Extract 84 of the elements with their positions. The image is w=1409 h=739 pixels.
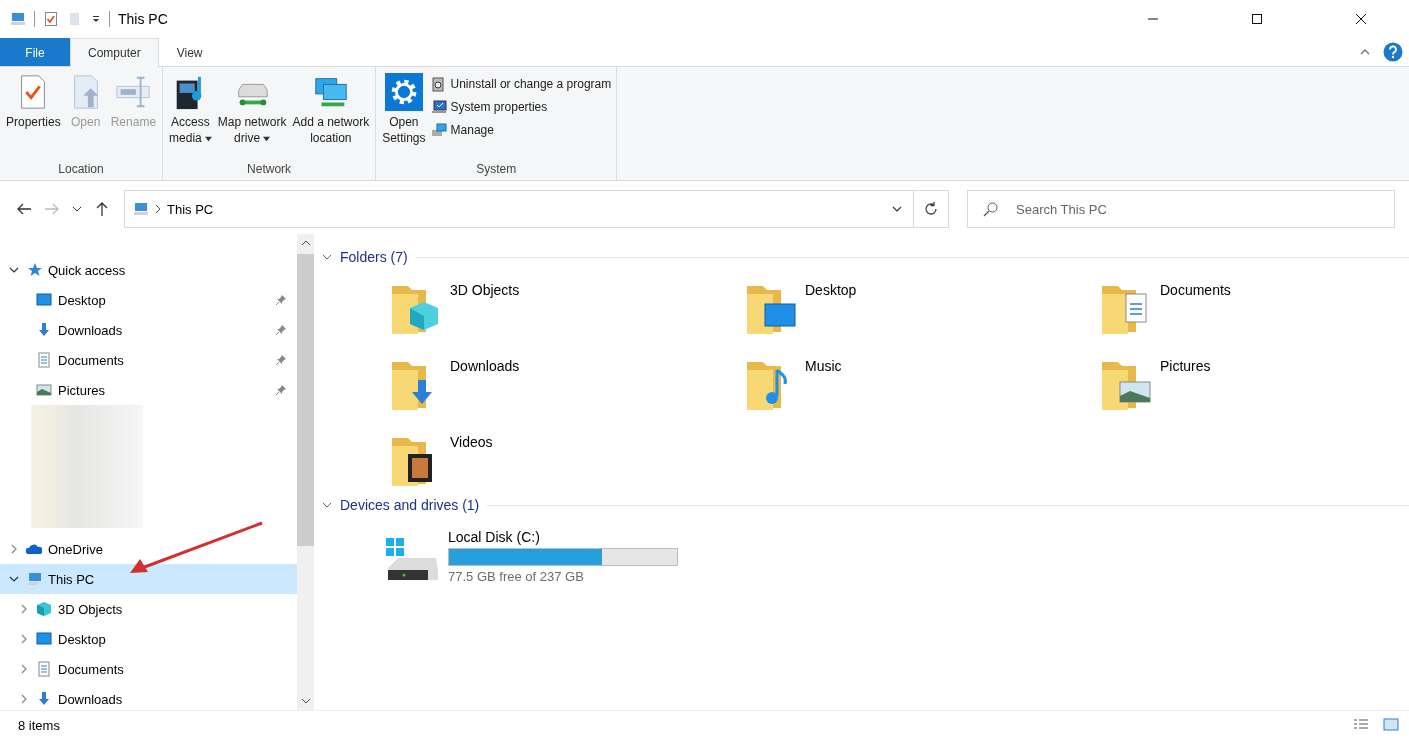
computer-icon (133, 201, 149, 217)
ribbon-tab[interactable]: File (0, 38, 70, 66)
chevron-down-icon[interactable] (9, 574, 19, 584)
navigation-item[interactable]: Documents (0, 345, 297, 375)
caret-icon[interactable] (91, 14, 101, 24)
scroll-down-icon[interactable] (300, 696, 311, 706)
settings-icon (384, 73, 423, 111)
navigation-item[interactable]: This PC (0, 564, 297, 594)
pin-icon[interactable] (275, 384, 287, 396)
free-space-text: 77.5 GB free of 237 GB (448, 568, 585, 584)
large-icons-view-icon[interactable] (1383, 717, 1399, 733)
folder-label[interactable]: Documents (1160, 280, 1231, 298)
navigation-item[interactable]: OneDrive (0, 534, 297, 564)
up-arrow-icon[interactable] (94, 201, 110, 217)
chevron-right-icon[interactable] (9, 544, 19, 554)
scroll-up-icon[interactable] (300, 238, 311, 248)
pin-icon[interactable] (275, 354, 287, 366)
navigation-item[interactable]: Downloads (0, 315, 297, 345)
chevron-down-icon[interactable] (322, 252, 332, 262)
navigation-item[interactable]: Desktop (0, 285, 297, 315)
folder-label[interactable]: Videos (450, 432, 493, 450)
computer-icon (10, 11, 26, 27)
folder-label[interactable]: Desktop (805, 280, 857, 298)
computer-icon (26, 571, 42, 587)
ribbon-button[interactable]: Add a network location (289, 71, 373, 148)
document-icon (36, 352, 52, 368)
picture-icon (36, 382, 52, 398)
section-header[interactable]: Folders (7) (340, 249, 408, 265)
ribbon-button[interactable]: Access media (166, 71, 215, 148)
desktop-icon (36, 631, 52, 647)
program-box-icon (430, 76, 447, 92)
refresh-button[interactable] (913, 190, 949, 228)
window-title: This PC (118, 11, 168, 27)
navigation-item[interactable]: Pictures (0, 375, 297, 405)
navigation-item[interactable]: Downloads (0, 684, 297, 710)
chevron-down-icon[interactable] (72, 204, 82, 214)
chevron-right-icon[interactable] (19, 604, 29, 614)
ribbon-button[interactable]: Open Settings (379, 71, 429, 148)
navigation-item[interactable]: Quick access (0, 255, 297, 285)
chevron-down-icon[interactable] (9, 265, 19, 275)
help-icon[interactable] (1383, 42, 1403, 62)
pin-icon[interactable] (275, 294, 287, 306)
section-header[interactable]: Devices and drives (1) (340, 497, 480, 513)
navigation-item[interactable]: 3D Objects (0, 594, 297, 624)
drive-label[interactable]: Local Disk (C:) (448, 528, 678, 545)
star-icon (26, 262, 42, 278)
item-count: 8 items (18, 717, 60, 733)
scrollbar-thumb[interactable] (297, 254, 314, 546)
ribbon-button[interactable]: Properties (3, 71, 64, 132)
scrollbar[interactable] (297, 234, 314, 710)
download-arrow-icon (36, 322, 52, 338)
document-icon (36, 661, 52, 677)
monitor-check-icon (430, 99, 447, 115)
navigation-item[interactable]: Documents (0, 654, 297, 684)
computer-icon (430, 122, 447, 138)
ribbon-group-label: System (475, 162, 518, 178)
search-field[interactable]: Search This PC (967, 190, 1395, 228)
desktop-icon (36, 292, 52, 308)
chevron-right-icon[interactable] (19, 634, 29, 644)
chevron-down-icon[interactable] (322, 500, 332, 510)
ribbon-button[interactable]: Manage (428, 120, 614, 140)
chevron-right-icon[interactable] (19, 664, 29, 674)
download-arrow-icon (36, 691, 52, 707)
ribbon-button[interactable]: System properties (428, 97, 614, 117)
ribbon-button[interactable]: Map network drive (214, 71, 290, 148)
navigation-item[interactable]: Desktop (0, 624, 297, 654)
folder-label[interactable]: Downloads (450, 356, 520, 374)
ribbon-group-label: Location (57, 162, 105, 178)
address-bar[interactable]: This PC (124, 190, 914, 228)
chevron-right-icon[interactable] (19, 694, 29, 704)
cube-icon (36, 601, 52, 617)
folder-label[interactable]: Music (805, 356, 842, 374)
back-arrow-icon[interactable] (16, 201, 32, 217)
ribbon-tab[interactable]: Computer (70, 38, 159, 67)
pin-icon[interactable] (275, 324, 287, 336)
ribbon-button[interactable]: Uninstall or change a program (428, 74, 614, 94)
folder-label[interactable]: Pictures (1160, 356, 1211, 374)
maximize-icon[interactable] (1251, 13, 1263, 25)
folder-label[interactable]: 3D Objects (450, 280, 520, 298)
chevron-right-icon[interactable] (155, 204, 161, 214)
close-icon[interactable] (1355, 13, 1367, 25)
properties-icon[interactable] (43, 11, 59, 27)
ribbon-group-label: Network (246, 162, 293, 178)
refresh-icon (923, 201, 939, 217)
